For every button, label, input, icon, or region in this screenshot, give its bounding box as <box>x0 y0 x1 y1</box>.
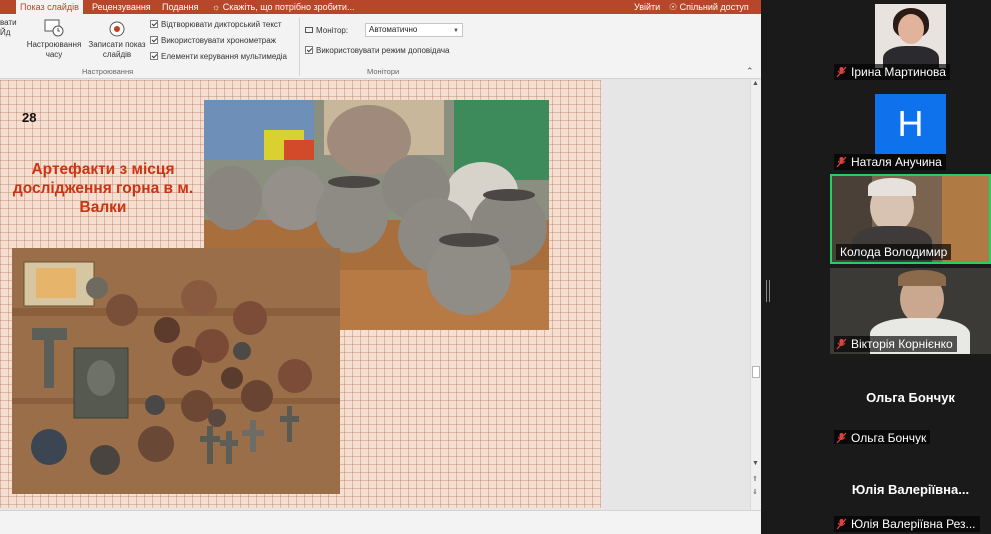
monitor-label-text: Монітор: <box>316 26 349 35</box>
participant-name: Ольга Бончук <box>851 431 927 445</box>
scroll-down-icon[interactable]: ▼ <box>752 460 759 467</box>
monitor-label: Монітор: <box>305 26 348 36</box>
participant-name: Колода Володимир <box>840 245 948 259</box>
presenter-view-label: Використовувати режим доповідача <box>316 46 450 55</box>
checkbox-checked-icon <box>305 46 313 54</box>
vertical-scrollbar[interactable]: ▲ ▼ ⇑ ⇓ <box>750 80 761 510</box>
share-button[interactable]: ☉ Спільний доступ <box>669 0 749 14</box>
tab-review[interactable]: Рецензування <box>92 0 151 14</box>
rehearse-timings-label: Настроювання часу <box>26 40 82 59</box>
participant-name-label: Наталя Анучина <box>834 154 946 170</box>
record-partial-button[interactable]: вати Йд <box>0 18 20 38</box>
slide-number: 28 <box>22 110 37 125</box>
desktop: Показ слайдів Рецензування Подання ☼ Ска… <box>0 0 991 534</box>
play-narrations-label: Відтворювати дикторський текст <box>161 20 282 29</box>
participant-name-label: Ірина Мартинова <box>834 64 950 80</box>
participant-name: Вікторія Корнієнко <box>851 337 953 351</box>
participant-display-name: Ольга Бончук <box>866 390 955 405</box>
next-slide-icon[interactable]: ⇓ <box>752 488 758 496</box>
slide[interactable]: 28 Артефакти з місця дослідження горна в… <box>0 80 601 508</box>
stopwatch-icon <box>44 19 64 37</box>
play-narrations-checkbox[interactable]: Відтворювати дикторський текст <box>150 20 282 30</box>
slide-title[interactable]: Артефакти з місця дослідження горна в м.… <box>8 160 198 217</box>
avatar-initial: Н <box>897 103 924 144</box>
tab-slideshow[interactable]: Показ слайдів <box>16 0 83 14</box>
participant-name: Наталя Анучина <box>851 155 942 169</box>
participant-name-label: Юлія Валеріївна Рез... <box>834 516 980 532</box>
record-slideshow-label: Записати показ слайдів <box>88 40 146 59</box>
mic-muted-icon <box>836 338 847 350</box>
monitor-select-value: Автоматично <box>369 25 418 34</box>
monitors-group-label: Монітори <box>367 67 400 76</box>
slide-editing-area: 28 Артефакти з місця дослідження горна в… <box>0 80 750 510</box>
signin-link[interactable]: Увійти <box>634 0 660 14</box>
participant-photo <box>875 4 946 68</box>
status-bar <box>0 510 761 534</box>
participant-tile[interactable]: Ольга Бончук Ольга Бончук <box>830 360 991 450</box>
collapse-ribbon-icon[interactable]: ⌃ <box>746 66 754 77</box>
artifacts-photo[interactable] <box>12 248 340 494</box>
participant-tile[interactable]: Вікторія Корнієнко <box>830 264 991 354</box>
participant-name: Юлія Валеріївна Рез... <box>851 517 976 531</box>
tab-view[interactable]: Подання <box>162 0 198 14</box>
media-controls-label: Елементи керування мультимедіа <box>161 52 287 61</box>
use-timings-label: Використовувати хронометраж <box>161 36 277 45</box>
participant-tile[interactable]: Н Наталя Анучина <box>830 90 991 180</box>
mic-muted-icon <box>836 432 847 444</box>
scroll-up-icon[interactable]: ▲ <box>752 80 759 87</box>
media-controls-checkbox[interactable]: Елементи керування мультимедіа <box>150 52 287 62</box>
person-icon: ☉ <box>669 2 678 12</box>
checkbox-checked-icon <box>150 20 158 28</box>
scroll-thumb[interactable] <box>752 366 760 378</box>
participant-tile[interactable]: Ірина Мартинова <box>830 0 991 90</box>
tell-me-placeholder: Скажіть, що потрібно зробити... <box>222 2 355 12</box>
record-slideshow-button[interactable]: Записати показ слайдів <box>86 18 148 60</box>
ribbon-tab-bar: Показ слайдів Рецензування Подання ☼ Ска… <box>0 0 761 14</box>
setup-group-label: Настроювання <box>82 67 134 76</box>
use-timings-checkbox[interactable]: Використовувати хронометраж <box>150 36 276 46</box>
monitor-select[interactable]: Автоматично ▼ <box>365 23 463 37</box>
presenter-view-checkbox[interactable]: Використовувати режим доповідача <box>305 46 449 56</box>
group-divider <box>299 18 300 76</box>
participant-panel: Ірина Мартинова Н Наталя Анучина Колода … <box>830 0 991 534</box>
share-label: Спільний доступ <box>679 2 749 12</box>
participant-name-label: Колода Володимир <box>836 244 952 260</box>
rehearse-timings-button[interactable]: Настроювання часу <box>24 18 84 60</box>
participant-tile-active-speaker[interactable]: Колода Володимир <box>830 174 991 264</box>
artifacts-photo-image <box>12 248 340 494</box>
mic-muted-icon <box>836 156 847 168</box>
participant-name-label: Вікторія Корнієнко <box>834 336 957 352</box>
lightbulb-icon: ☼ <box>212 2 221 12</box>
ribbon: вати Йд Настроювання часу Записати показ… <box>0 14 761 79</box>
panel-divider <box>761 0 830 534</box>
checkbox-checked-icon <box>150 52 158 60</box>
participant-display-name: Юлія Валеріївна... <box>851 482 970 497</box>
checkbox-checked-icon <box>150 36 158 44</box>
resize-grip-icon[interactable] <box>766 280 770 302</box>
participant-tile[interactable]: Юлія Валеріївна... Юлія Валеріївна Рез..… <box>830 444 991 534</box>
avatar: Н <box>875 94 946 154</box>
previous-slide-icon[interactable]: ⇑ <box>752 475 758 483</box>
mic-muted-icon <box>836 518 847 530</box>
mic-muted-icon <box>836 66 847 78</box>
participant-name: Ірина Мартинова <box>851 65 946 79</box>
monitor-icon <box>305 27 313 33</box>
chevron-down-icon: ▼ <box>453 28 459 34</box>
record-icon <box>109 21 125 37</box>
tell-me-search[interactable]: ☼ Скажіть, що потрібно зробити... <box>212 0 354 14</box>
powerpoint-window: Показ слайдів Рецензування Подання ☼ Ска… <box>0 0 761 534</box>
